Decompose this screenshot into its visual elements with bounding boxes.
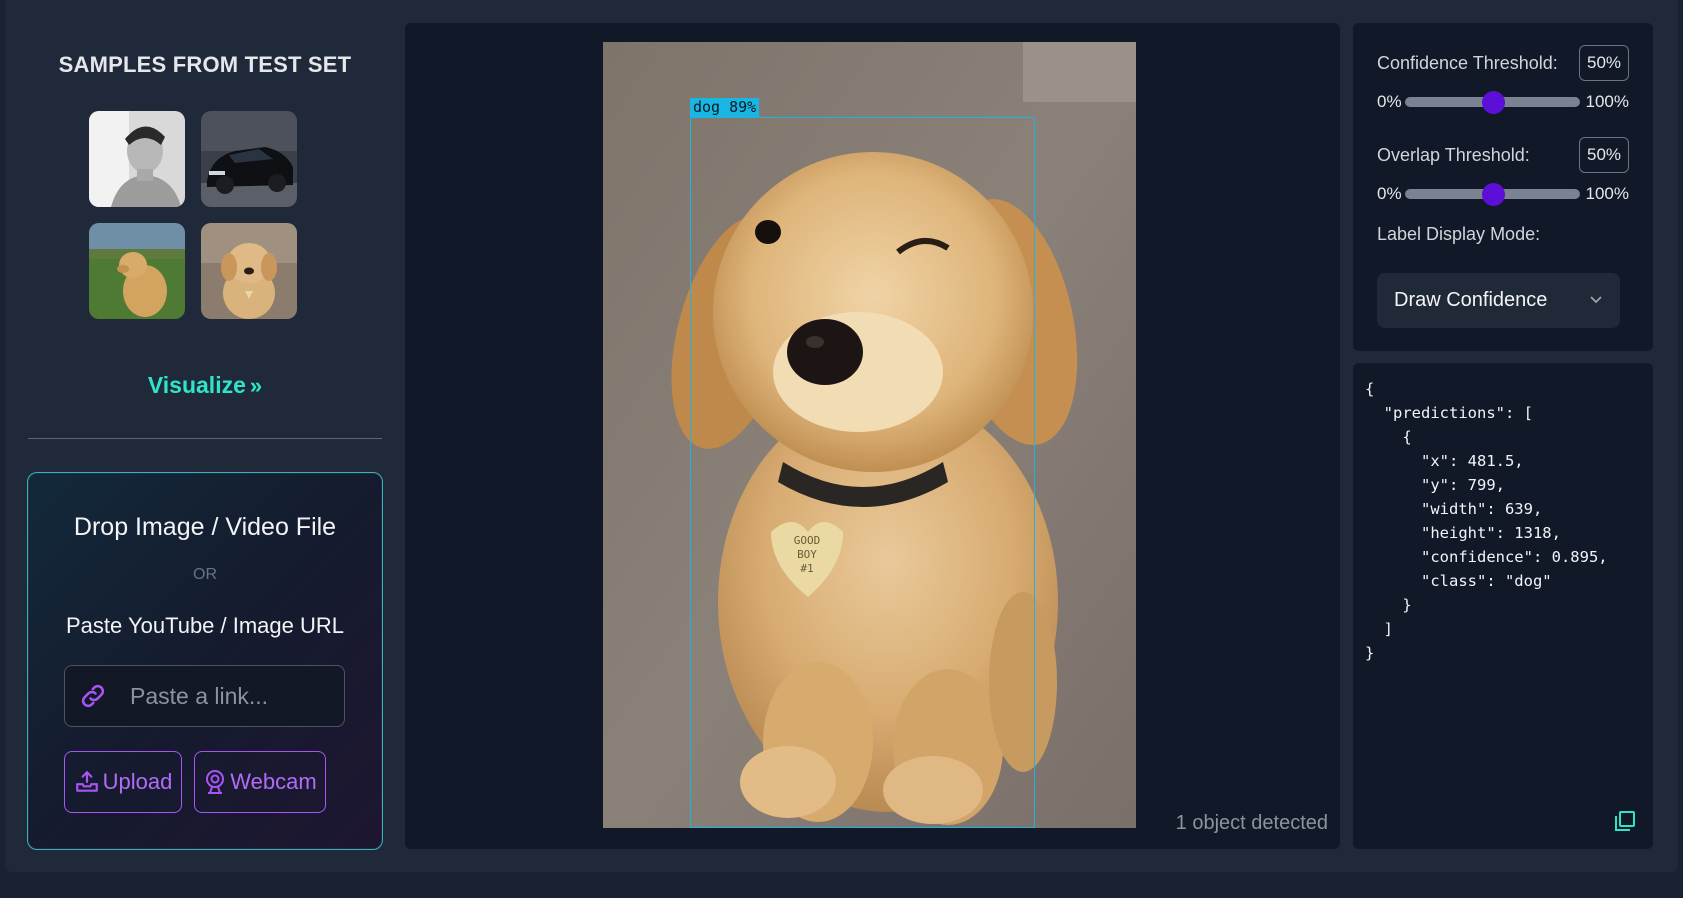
puppy-on-grass-image <box>89 223 185 319</box>
visualize-button[interactable]: Visualize» <box>5 372 405 399</box>
sample-thumbnail-puppy-sitting[interactable] <box>201 223 297 319</box>
confidence-range-min: 0% <box>1377 92 1402 111</box>
app-window: SAMPLES FROM TEST SET Visualize » Drop I… <box>5 0 1678 872</box>
detection-label: dog 89% <box>690 98 760 117</box>
webcam-button[interactable]: Webcam <box>194 751 326 813</box>
man-portrait-image <box>89 111 185 207</box>
copy-icon[interactable] <box>1613 809 1637 833</box>
overlap-slider[interactable] <box>1405 183 1580 206</box>
sidebar-divider <box>28 438 382 439</box>
label-display-mode-select[interactable]: Draw Confidence <box>1377 273 1620 328</box>
webcam-label: Webcam <box>230 769 317 794</box>
sidebar: SAMPLES FROM TEST SET Visualize » Drop I… <box>5 0 405 872</box>
overlap-slider-row: 0% 100% <box>1377 183 1629 206</box>
sample-thumbnail-man[interactable] <box>89 111 185 207</box>
image-viewer: GOOD BOY #1 dog 89% 1 object detected <box>405 23 1340 849</box>
confidence-slider[interactable] <box>1405 91 1580 114</box>
overlap-range-max: 100% <box>1585 184 1629 203</box>
visualize-label: Visualize <box>147 372 246 398</box>
confidence-threshold-label: Confidence Threshold: <box>1377 53 1558 73</box>
confidence-slider-row: 0% 100% <box>1377 91 1629 114</box>
drop-title: Drop Image / Video File <box>73 513 337 541</box>
overlap-range-min: 0% <box>1377 184 1402 203</box>
link-icon <box>81 684 105 708</box>
overlap-threshold-label: Overlap Threshold: <box>1377 145 1530 165</box>
json-output-panel: { "predictions": [ { "x": 481.5, "y": 79… <box>1353 363 1653 849</box>
paste-url-label: Paste YouTube / Image URL <box>65 613 345 638</box>
confidence-threshold-value[interactable]: 50% <box>1579 45 1629 81</box>
json-output: { "predictions": [ { "x": 481.5, "y": 79… <box>1365 380 1608 662</box>
chevron-double-right-icon: » <box>249 373 263 398</box>
drop-or-text: OR <box>193 566 217 583</box>
confidence-slider-handle[interactable] <box>1481 91 1505 114</box>
file-drop-zone[interactable]: Drop Image / Video File OR Paste YouTube… <box>27 472 383 850</box>
upload-button[interactable]: Upload <box>64 751 182 813</box>
label-display-mode-value: Draw Confidence <box>1394 289 1548 311</box>
detection-bounding-box <box>690 117 1035 828</box>
puppy-sitting-image <box>201 223 297 319</box>
controls-panel: Confidence Threshold: 50% 0% 100% Overla… <box>1353 23 1653 351</box>
samples-title: SAMPLES FROM TEST SET <box>58 52 352 77</box>
upload-icon <box>75 771 98 792</box>
link-input-wrapper[interactable] <box>64 665 345 727</box>
sample-thumbnail-car[interactable] <box>201 111 297 207</box>
black-car-image <box>201 111 297 207</box>
overlap-threshold-value[interactable]: 50% <box>1579 137 1629 173</box>
webcam-icon <box>206 770 225 794</box>
confidence-range-max: 100% <box>1585 92 1629 111</box>
link-input[interactable] <box>130 682 320 710</box>
detection-status: 1 object detected <box>1175 812 1328 834</box>
sample-thumbnail-puppy-grass[interactable] <box>89 223 185 319</box>
chevron-down-icon <box>1590 296 1602 304</box>
upload-label: Upload <box>102 769 173 794</box>
label-display-mode-label: Label Display Mode: <box>1377 224 1541 244</box>
overlap-slider-handle[interactable] <box>1481 183 1505 206</box>
